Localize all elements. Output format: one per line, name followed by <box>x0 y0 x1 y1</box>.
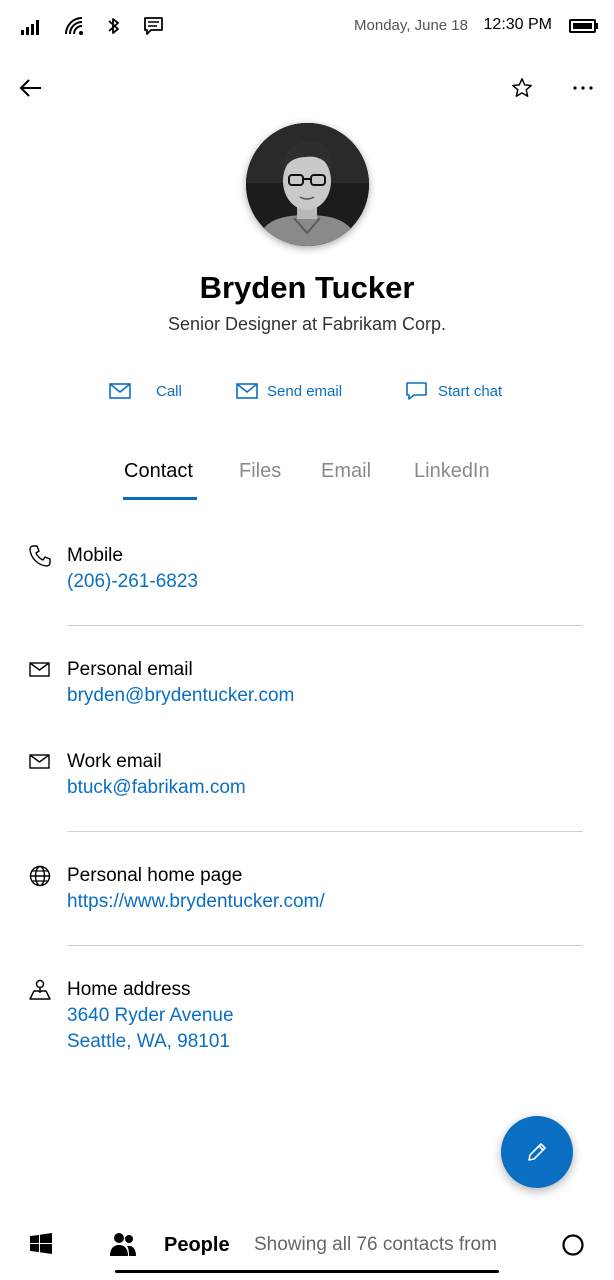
mobile-value-link[interactable]: (206)-261-6823 <box>67 569 198 595</box>
mail-icon <box>28 660 52 684</box>
windows-start-icon[interactable] <box>29 1232 53 1256</box>
tab-files[interactable]: Files <box>239 460 281 483</box>
active-tab-indicator <box>123 497 197 500</box>
favorite-button[interactable] <box>506 72 538 104</box>
personal-email-value-link[interactable]: bryden@brydentucker.com <box>67 683 294 709</box>
battery-icon <box>569 18 599 34</box>
wifi-icon <box>64 16 88 36</box>
mail-icon <box>109 383 131 399</box>
back-arrow-icon <box>19 78 43 98</box>
message-icon <box>143 16 167 36</box>
mail-icon <box>28 752 52 776</box>
start-chat-button[interactable]: Start chat <box>405 378 502 404</box>
divider <box>67 945 583 946</box>
edit-contact-button[interactable] <box>501 1116 573 1188</box>
chat-icon <box>405 381 429 401</box>
phone-icon <box>28 544 52 568</box>
home-address-line2-link[interactable]: Seattle, WA, 98101 <box>67 1029 230 1055</box>
contact-subtitle: Senior Designer at Fabrikam Corp. <box>167 314 447 334</box>
mail-icon <box>236 383 258 399</box>
divider <box>67 831 583 832</box>
home-page-value-link[interactable]: https://www.brydentucker.com/ <box>67 889 325 915</box>
tab-email[interactable]: Email <box>321 460 371 483</box>
status-time: 12:30 PM <box>483 16 552 33</box>
status-date: Monday, June 18 <box>354 17 468 34</box>
call-label: Call <box>156 382 182 400</box>
send-email-label: Send email <box>267 382 343 400</box>
work-email-value-link[interactable]: btuck@fabrikam.com <box>67 775 246 801</box>
home-indicator <box>115 1270 499 1273</box>
signal-icon <box>20 16 44 36</box>
tab-contact[interactable]: Contact <box>124 460 193 483</box>
more-button[interactable] <box>567 72 599 104</box>
bluetooth-icon <box>106 16 130 36</box>
star-icon <box>511 77 533 99</box>
divider <box>67 625 583 626</box>
people-icon[interactable] <box>109 1231 137 1257</box>
taskbar-app-label: People <box>164 1234 230 1256</box>
work-email-label: Work email <box>67 751 162 772</box>
back-button[interactable] <box>15 72 47 104</box>
start-chat-label: Start chat <box>438 382 503 400</box>
contact-name: Bryden Tucker <box>199 270 415 305</box>
mobile-label: Mobile <box>67 545 123 566</box>
call-button[interactable]: Call <box>109 378 182 404</box>
avatar <box>246 123 369 246</box>
map-pin-icon <box>28 978 52 1002</box>
more-icon <box>572 85 594 91</box>
send-email-button[interactable]: Send email <box>236 378 342 404</box>
personal-email-label: Personal email <box>67 659 193 680</box>
home-page-label: Personal home page <box>67 865 243 886</box>
home-address-line1-link[interactable]: 3640 Ryder Avenue <box>67 1003 234 1029</box>
tab-linkedin[interactable]: LinkedIn <box>414 460 490 483</box>
search-circle-icon[interactable] <box>561 1233 585 1257</box>
globe-icon <box>28 864 52 888</box>
pencil-icon <box>525 1140 549 1164</box>
taskbar-status-text: Showing all 76 contacts from <box>254 1234 497 1255</box>
home-address-label: Home address <box>67 979 191 1000</box>
